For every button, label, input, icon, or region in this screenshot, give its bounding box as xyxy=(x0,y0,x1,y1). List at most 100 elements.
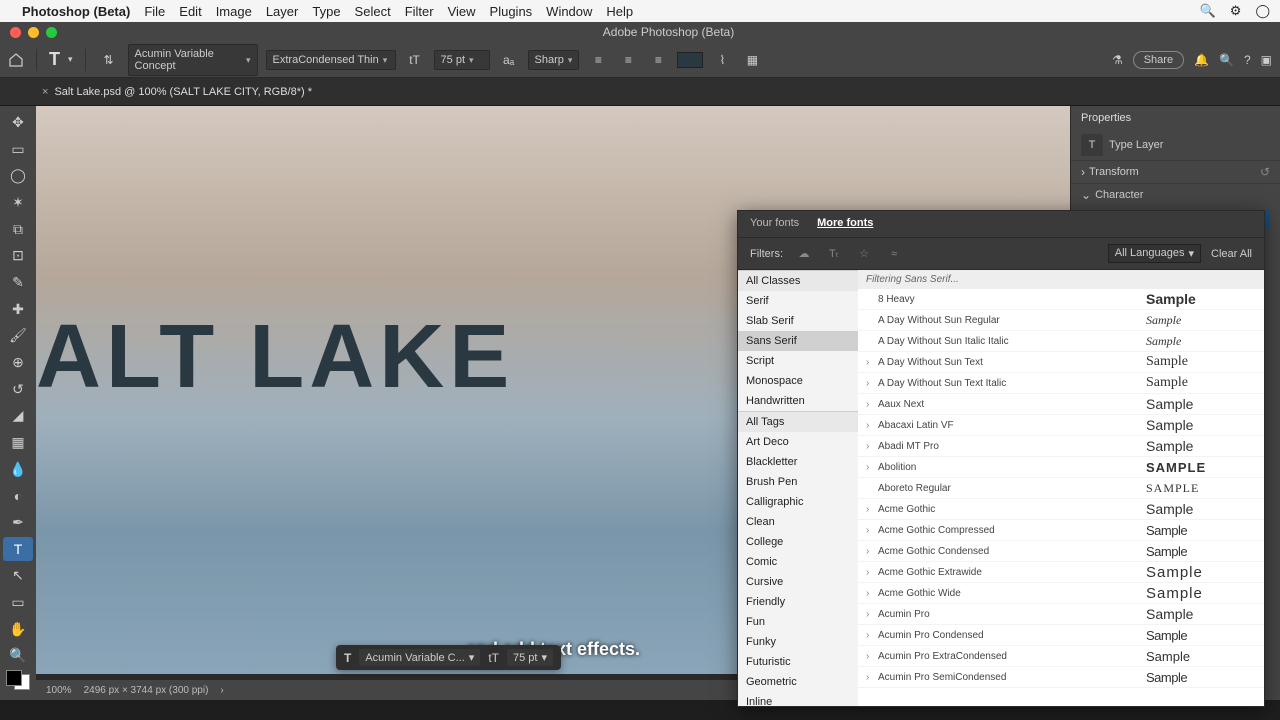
close-tab-icon[interactable]: × xyxy=(42,86,48,98)
tag-item[interactable]: Clean xyxy=(738,512,858,532)
quick-select-tool[interactable]: ✶ xyxy=(3,190,33,215)
tag-item[interactable]: College xyxy=(738,532,858,552)
expand-icon[interactable]: › xyxy=(866,651,878,662)
doc-info[interactable]: 2496 px × 3744 px (300 ppi) xyxy=(84,685,209,696)
expand-icon[interactable]: › xyxy=(866,588,878,599)
zoom-level[interactable]: 100% xyxy=(46,685,72,696)
anti-alias-dropdown[interactable]: Sharp xyxy=(528,50,580,70)
tag-item[interactable]: Blackletter xyxy=(738,452,858,472)
history-brush-tool[interactable]: ↺ xyxy=(3,377,33,402)
dodge-tool[interactable]: ◐ xyxy=(3,483,33,508)
menu-select[interactable]: Select xyxy=(355,4,391,19)
font-style-dropdown[interactable]: ExtraCondensed Thin xyxy=(266,50,396,70)
menu-plugins[interactable]: Plugins xyxy=(490,4,533,19)
expand-icon[interactable]: › xyxy=(866,357,878,368)
reset-icon[interactable]: ↺ xyxy=(1260,165,1270,179)
brush-tool[interactable]: 🖌 xyxy=(3,323,33,348)
font-row[interactable]: ›A Day Without Sun TextSample xyxy=(858,352,1264,373)
font-row[interactable]: ›AbolitionSAMPLE xyxy=(858,457,1264,478)
clock-icon[interactable]: ◯ xyxy=(1255,3,1270,19)
tag-item[interactable]: Calligraphic xyxy=(738,492,858,512)
expand-icon[interactable]: › xyxy=(866,399,878,410)
menu-edit[interactable]: Edit xyxy=(179,4,201,19)
tag-item[interactable]: Comic xyxy=(738,552,858,572)
expand-icon[interactable]: › xyxy=(866,462,878,473)
your-fonts-tab[interactable]: Your fonts xyxy=(750,217,799,231)
menu-image[interactable]: Image xyxy=(216,4,252,19)
hand-tool[interactable]: ✋ xyxy=(3,617,33,642)
filter-similar-icon[interactable]: ≈ xyxy=(885,245,903,263)
menu-view[interactable]: View xyxy=(448,4,476,19)
tag-item[interactable]: Art Deco xyxy=(738,432,858,452)
tag-item[interactable]: Brush Pen xyxy=(738,472,858,492)
tag-item[interactable]: Funky xyxy=(738,632,858,652)
font-row[interactable]: ›Acumin Pro CondensedSample xyxy=(858,625,1264,646)
expand-icon[interactable]: › xyxy=(866,630,878,641)
info-chevron-icon[interactable]: › xyxy=(220,685,223,696)
lasso-tool[interactable]: ◯ xyxy=(3,163,33,188)
menu-type[interactable]: Type xyxy=(312,4,340,19)
font-row[interactable]: ›Acme Gothic WideSample xyxy=(858,583,1264,604)
contextual-task-bar[interactable]: T Acumin Variable C... ▾ tT 75 pt ▾ xyxy=(336,645,561,670)
font-row[interactable]: ›Acme Gothic CompressedSample xyxy=(858,520,1264,541)
frame-tool[interactable]: ⊡ xyxy=(3,243,33,268)
help-icon[interactable]: ? xyxy=(1244,53,1251,67)
all-tags-header[interactable]: All Tags xyxy=(738,411,858,432)
font-row[interactable]: ›Abadi MT ProSample xyxy=(858,436,1264,457)
font-row[interactable]: A Day Without Sun RegularSample xyxy=(858,310,1264,331)
expand-icon[interactable]: › xyxy=(866,567,878,578)
menu-window[interactable]: Window xyxy=(546,4,592,19)
font-row[interactable]: ›Acumin ProSample xyxy=(858,604,1264,625)
menu-layer[interactable]: Layer xyxy=(266,4,299,19)
workspace-icon[interactable]: ▣ xyxy=(1261,53,1272,67)
home-icon[interactable] xyxy=(8,52,24,68)
text-color-swatch[interactable] xyxy=(677,52,703,68)
font-row[interactable]: ›Acumin Pro ExtraCondensedSample xyxy=(858,646,1264,667)
document-tab[interactable]: × Salt Lake.psd @ 100% (SALT LAKE CITY, … xyxy=(0,78,1280,106)
all-classes-header[interactable]: All Classes xyxy=(738,270,858,291)
menu-file[interactable]: File xyxy=(144,4,165,19)
language-dropdown[interactable]: All Languages ▾ xyxy=(1108,244,1201,263)
font-row[interactable]: ›Abacaxi Latin VFSample xyxy=(858,415,1264,436)
expand-icon[interactable]: › xyxy=(866,420,878,431)
font-row[interactable]: ›Acme Gothic CondensedSample xyxy=(858,541,1264,562)
font-row[interactable]: ›Acumin Pro SemiCondensedSample xyxy=(858,667,1264,688)
expand-icon[interactable]: › xyxy=(866,525,878,536)
font-row[interactable]: ›Acme GothicSample xyxy=(858,499,1264,520)
align-center-button[interactable]: ≡ xyxy=(617,49,639,71)
tag-item[interactable]: Friendly xyxy=(738,592,858,612)
font-row[interactable]: ›Acme Gothic ExtrawideSample xyxy=(858,562,1264,583)
font-row[interactable]: 8 HeavySample xyxy=(858,289,1264,310)
menu-help[interactable]: Help xyxy=(606,4,633,19)
align-left-button[interactable]: ≡ xyxy=(587,49,609,71)
gradient-tool[interactable]: ▦ xyxy=(3,430,33,455)
font-row[interactable]: ›A Day Without Sun Text ItalicSample xyxy=(858,373,1264,394)
font-family-dropdown[interactable]: Acumin Variable Concept xyxy=(128,44,258,76)
class-serif[interactable]: Serif xyxy=(738,291,858,311)
class-script[interactable]: Script xyxy=(738,351,858,371)
blur-tool[interactable]: 💧 xyxy=(3,457,33,482)
font-size-dropdown[interactable]: 75 pt xyxy=(434,50,490,70)
menu-filter[interactable]: Filter xyxy=(405,4,434,19)
zoom-tool[interactable]: 🔍 xyxy=(3,643,33,668)
bell-icon[interactable]: 🔔 xyxy=(1194,53,1209,67)
class-slab-serif[interactable]: Slab Serif xyxy=(738,311,858,331)
path-select-tool[interactable]: ↖ xyxy=(3,563,33,588)
warp-text-button[interactable]: ⌇ xyxy=(711,49,733,71)
tag-item[interactable]: Inline xyxy=(738,692,858,706)
class-handwritten[interactable]: Handwritten xyxy=(738,391,858,411)
close-window-button[interactable] xyxy=(10,27,21,38)
expand-icon[interactable]: › xyxy=(866,378,878,389)
font-row[interactable]: A Day Without Sun Italic ItalicSample xyxy=(858,331,1264,352)
beaker-icon[interactable]: ⚗ xyxy=(1112,53,1123,67)
character-panel-button[interactable]: ▦ xyxy=(741,49,763,71)
expand-icon[interactable]: › xyxy=(866,672,878,683)
crop-tool[interactable]: ⧉ xyxy=(3,217,33,242)
pen-tool[interactable]: ✒ xyxy=(3,510,33,535)
transform-section[interactable]: Transform ↺ xyxy=(1071,160,1280,183)
font-row[interactable]: Aboreto RegularSAMPLE xyxy=(858,478,1264,499)
tag-item[interactable]: Cursive xyxy=(738,572,858,592)
more-fonts-tab[interactable]: More fonts xyxy=(817,217,873,231)
filter-cloud-icon[interactable]: ☁ xyxy=(795,245,813,263)
font-list[interactable]: Filtering Sans Serif... 8 HeavySampleA D… xyxy=(858,270,1264,706)
